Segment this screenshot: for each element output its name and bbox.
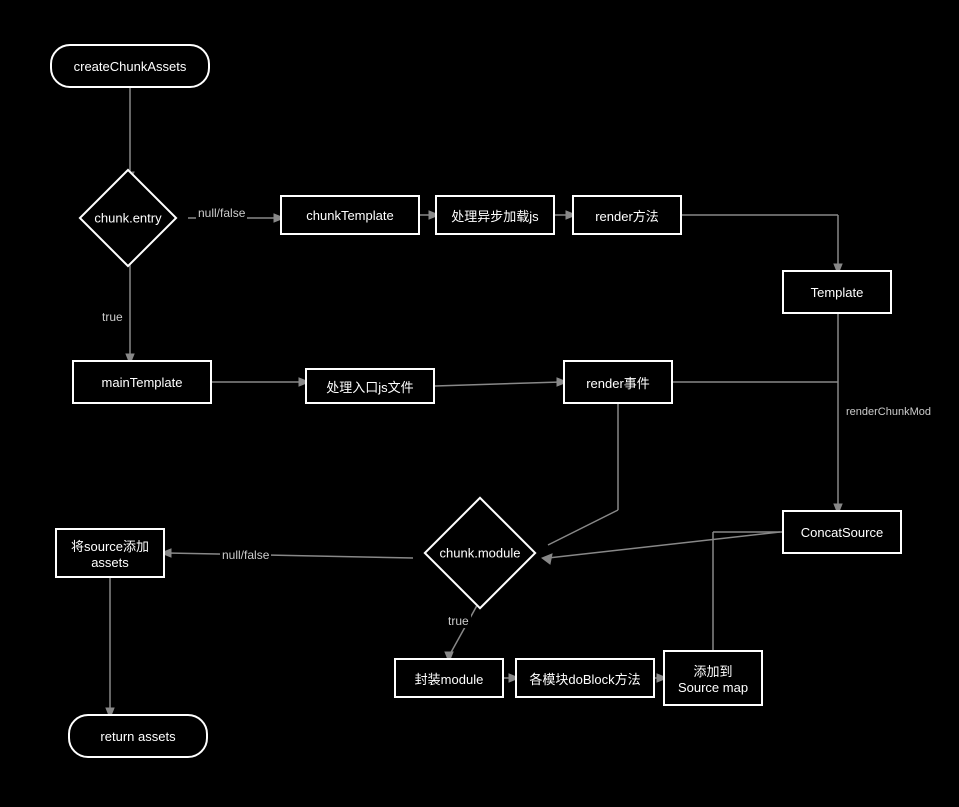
node-returnAssets: return assets [68,714,208,758]
edge-label-true1: true [100,310,125,324]
edge-label-nullFalse2: null/false [220,548,271,562]
node-renderEvent: render事件 [563,360,673,404]
node-mainTemplate: mainTemplate [72,360,212,404]
node-chunkTemplate: chunkTemplate [280,195,420,235]
node-wrapModule: 封装module [394,658,504,698]
edge-label-renderChunkMod: renderChunkMod [844,406,933,418]
node-renderMethod: render方法 [572,195,682,235]
edge-label-nullFalse1: null/false [196,206,247,220]
node-createChunkAssets: createChunkAssets [50,44,210,88]
node-Template: Template [782,270,892,314]
node-doBlock: 各模块doBlock方法 [515,658,655,698]
flowchart-diagram: createChunkAssets chunk.entry chunkTempl… [0,0,959,807]
edge-label-true2: true [446,614,471,628]
node-chunk-module: chunk.module [415,508,545,598]
node-chunk-entry: chunk.entry [68,178,188,258]
node-processAsync: 处理异步加载js [435,195,555,235]
node-chunk-entry-label: chunk.entry [94,211,161,226]
node-chunk-module-label: chunk.module [440,546,521,561]
node-addSource: 将source添加 assets [55,528,165,578]
node-ConcatSource: ConcatSource [782,510,902,554]
node-processEntry: 处理入口js文件 [305,368,435,404]
node-addSourceMap: 添加到 Source map [663,650,763,706]
